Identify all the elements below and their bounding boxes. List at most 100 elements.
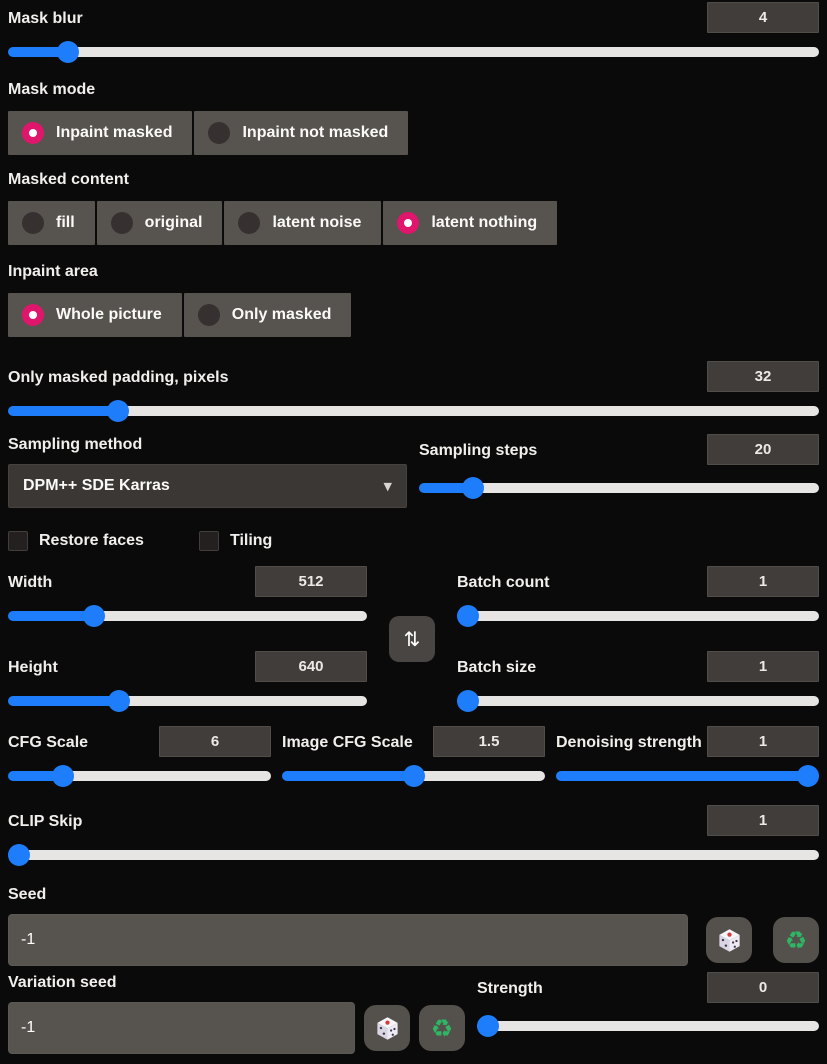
batch-count-value[interactable]: 1 [707,566,819,597]
clip-skip-header: CLIP Skip 1 [8,805,819,836]
image-cfg-scale-slider[interactable] [282,765,545,787]
radio-latent-nothing[interactable]: latent nothing [383,201,558,245]
sampling-method-field: Sampling method DPM++ SDE Karras ▼ [8,434,407,508]
radio-label: original [144,214,203,231]
clip-skip-slider[interactable] [8,844,819,866]
batch-size-field: Batch size 1 [457,651,819,712]
swap-icon: ⇅ [403,627,421,651]
height-slider[interactable] [8,690,367,712]
sampling-steps-slider[interactable] [419,477,819,499]
cfg-scale-slider[interactable] [8,765,271,787]
sampling-steps-label: Sampling steps [419,442,538,459]
denoising-strength-value[interactable]: 1 [707,726,819,757]
radio-selected-icon [397,212,420,234]
mask-blur-header: Mask blur 4 [8,2,819,33]
sampling-steps-value[interactable]: 20 [707,434,819,465]
image-cfg-scale-label: Image CFG Scale [282,734,413,751]
radio-label: Only masked [231,306,332,323]
radio-label: Inpaint not masked [242,124,389,141]
radio-latent-noise[interactable]: latent noise [224,201,382,245]
radio-selected-icon [22,304,44,326]
dice-icon [718,928,740,952]
reuse-seed-button[interactable]: ♻ [773,917,819,963]
checkbox-row: Restore faces Tiling [8,530,819,552]
tiling-checkbox[interactable]: Tiling [198,530,273,552]
batch-count-label: Batch count [457,574,550,591]
radio-only-masked[interactable]: Only masked [183,293,352,337]
radio-fill[interactable]: fill [8,201,95,245]
width-label: Width [8,574,53,591]
denoising-strength-field: Denoising strength 1 [556,726,819,787]
radio-label: latent nothing [431,214,538,231]
radio-label: fill [56,214,75,231]
variation-strength-value[interactable]: 0 [707,972,819,1003]
cfg-scale-label: CFG Scale [8,734,89,751]
seed-label: Seed [8,886,47,903]
radio-whole-picture[interactable]: Whole picture [8,293,182,337]
variation-seed-input[interactable] [8,1002,355,1054]
radio-original[interactable]: original [96,201,223,245]
width-value[interactable]: 512 [255,566,367,597]
masked-content-label: Masked content [8,171,129,188]
image-cfg-scale-value[interactable]: 1.5 [433,726,545,757]
masked-padding-label: Only masked padding, pixels [8,369,229,386]
restore-faces-label: Restore faces [39,532,144,549]
radio-label: latent noise [272,214,362,231]
variation-strength-field: Strength 0 [477,972,819,1054]
height-value[interactable]: 640 [255,651,367,682]
random-variation-seed-button[interactable] [364,1005,410,1051]
mask-blur-value[interactable]: 4 [707,2,819,33]
chevron-down-icon: ▼ [383,479,392,493]
width-slider[interactable] [8,605,367,627]
denoising-strength-label: Denoising strength [556,734,702,751]
radio-inpaint-masked[interactable]: Inpaint masked [8,111,193,155]
masked-padding-slider[interactable] [8,400,819,422]
batch-size-label: Batch size [457,659,537,676]
batch-count-field: Batch count 1 [457,566,819,627]
cfg-scale-value[interactable]: 6 [159,726,271,757]
inpaint-area-label: Inpaint area [8,263,98,280]
mask-mode-group: Inpaint masked Inpaint not masked [8,111,819,155]
checkbox-icon [8,531,28,551]
radio-label: Inpaint masked [56,124,173,141]
masked-content-group: fill original latent noise latent nothin… [8,201,819,245]
batch-size-slider[interactable] [457,690,819,712]
tiling-label: Tiling [229,532,273,549]
radio-unselected-icon [197,304,220,326]
random-seed-button[interactable] [706,917,752,963]
radio-unselected-icon [22,212,44,234]
radio-unselected-icon [110,212,133,234]
variation-strength-slider[interactable] [477,1015,819,1037]
sampling-method-dropdown[interactable]: DPM++ SDE Karras ▼ [8,464,407,508]
denoising-strength-slider[interactable] [556,765,819,787]
dice-icon [376,1016,398,1040]
seed-input[interactable] [8,914,688,966]
reuse-variation-seed-button[interactable]: ♻ [419,1005,465,1051]
seed-row: ♻ [8,914,819,966]
sampling-method-value: DPM++ SDE Karras [23,477,170,494]
height-field: Height 640 [8,651,367,712]
width-field: Width 512 [8,566,367,627]
mask-blur-slider[interactable] [8,41,819,63]
checkbox-icon [198,531,219,551]
inpaint-area-group: Whole picture Only masked [8,293,819,337]
variation-strength-label: Strength [477,980,543,997]
radio-selected-icon [22,122,44,144]
clip-skip-value[interactable]: 1 [707,805,819,836]
height-label: Height [8,659,58,676]
cfg-scale-field: CFG Scale 6 [8,726,271,787]
inpaint-settings-panel: Mask blur 4 Mask mode Inpaint masked Inp… [0,0,827,1064]
mask-blur-label: Mask blur [8,10,83,27]
batch-count-slider[interactable] [457,605,819,627]
radio-inpaint-not-masked[interactable]: Inpaint not masked [194,111,409,155]
swap-dimensions-button[interactable]: ⇅ [389,616,435,662]
restore-faces-checkbox[interactable]: Restore faces [8,530,144,552]
recycle-icon: ♻ [430,1013,454,1043]
variation-seed-field: Variation seed -1 ♻ [8,972,465,1054]
batch-size-value[interactable]: 1 [707,651,819,682]
sampling-method-label: Sampling method [8,436,143,453]
radio-label: Whole picture [56,306,162,323]
masked-padding-header: Only masked padding, pixels 32 [8,361,819,392]
sampling-steps-field: Sampling steps 20 [419,434,819,499]
masked-padding-value[interactable]: 32 [707,361,819,392]
